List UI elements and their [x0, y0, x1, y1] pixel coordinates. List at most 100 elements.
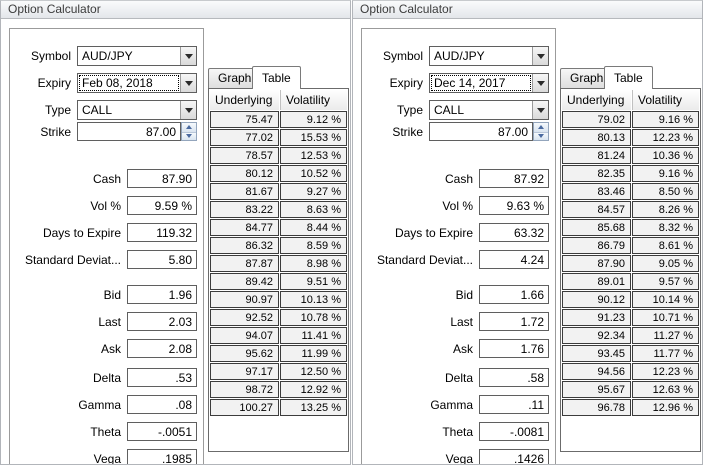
table-row[interactable]: 83.46 8.50 % [562, 183, 699, 200]
vol-input[interactable] [127, 196, 197, 215]
symbol-dropdown-button[interactable] [180, 47, 196, 65]
table-cell[interactable]: 12.50 % [280, 363, 347, 380]
table-cell[interactable]: 98.72 [210, 381, 279, 398]
strike-input[interactable] [77, 122, 181, 141]
table-row[interactable]: 80.13 12.23 % [562, 129, 699, 146]
vol-input[interactable] [479, 196, 549, 215]
table-cell[interactable]: 91.23 [562, 309, 631, 326]
bid-input[interactable] [127, 285, 197, 304]
symbol-combobox[interactable]: AUD/JPY [429, 46, 549, 66]
table-cell[interactable]: 97.17 [210, 363, 279, 380]
table-row[interactable]: 83.22 8.63 % [210, 201, 347, 218]
table-cell[interactable]: 9.57 % [632, 273, 699, 290]
table-cell[interactable]: 95.67 [562, 381, 631, 398]
table-cell[interactable]: 100.27 [210, 399, 279, 416]
delta-input[interactable] [479, 368, 549, 387]
last-input[interactable] [127, 312, 197, 331]
table-cell[interactable]: 84.57 [562, 201, 631, 218]
type-combobox[interactable]: CALL [77, 100, 197, 120]
table-cell[interactable]: 80.13 [562, 129, 631, 146]
table-row[interactable]: 91.23 10.71 % [562, 309, 699, 326]
table-row[interactable]: 79.02 9.16 % [562, 111, 699, 128]
table-cell[interactable]: 13.25 % [280, 399, 347, 416]
gamma-input[interactable] [479, 395, 549, 414]
table-row[interactable]: 100.27 13.25 % [210, 399, 347, 416]
table-cell[interactable]: 11.77 % [632, 345, 699, 362]
table-cell[interactable]: 79.02 [562, 111, 631, 128]
table-cell[interactable]: 82.35 [562, 165, 631, 182]
table-row[interactable]: 95.67 12.63 % [562, 381, 699, 398]
table-cell[interactable]: 81.67 [210, 183, 279, 200]
tab-table[interactable]: Table [252, 66, 301, 89]
table-cell[interactable]: 89.01 [562, 273, 631, 290]
table-cell[interactable]: 15.53 % [280, 129, 347, 146]
table-cell[interactable]: 10.13 % [280, 291, 347, 308]
table-cell[interactable]: 93.45 [562, 345, 631, 362]
table-cell[interactable]: 9.27 % [280, 183, 347, 200]
table-cell[interactable]: 78.57 [210, 147, 279, 164]
table-cell[interactable]: 10.78 % [280, 309, 347, 326]
ask-input[interactable] [479, 339, 549, 358]
table-row[interactable]: 84.57 8.26 % [562, 201, 699, 218]
ask-input[interactable] [127, 339, 197, 358]
column-header-underlying[interactable]: Underlying [562, 90, 631, 110]
gamma-input[interactable] [127, 395, 197, 414]
table-cell[interactable]: 80.12 [210, 165, 279, 182]
table-row[interactable]: 89.01 9.57 % [562, 273, 699, 290]
table-cell[interactable]: 94.07 [210, 327, 279, 344]
table-cell[interactable]: 87.87 [210, 255, 279, 272]
table-cell[interactable]: 11.99 % [280, 345, 347, 362]
table-row[interactable]: 87.87 8.98 % [210, 255, 347, 272]
table-row[interactable]: 78.57 12.53 % [210, 147, 347, 164]
column-header-underlying[interactable]: Underlying [210, 90, 279, 110]
table-cell[interactable]: 75.47 [210, 111, 279, 128]
table-row[interactable]: 81.24 10.36 % [562, 147, 699, 164]
table-cell[interactable]: 77.02 [210, 129, 279, 146]
cash-input[interactable] [127, 169, 197, 188]
table-cell[interactable]: 90.12 [562, 291, 631, 308]
vega-input[interactable] [127, 449, 197, 464]
strike-spinner[interactable] [181, 122, 197, 141]
table-cell[interactable]: 10.52 % [280, 165, 347, 182]
expiry-combobox[interactable]: Feb 08, 2018 [77, 73, 197, 93]
table-cell[interactable]: 9.16 % [632, 165, 699, 182]
table-row[interactable]: 93.45 11.77 % [562, 345, 699, 362]
table-row[interactable]: 86.32 8.59 % [210, 237, 347, 254]
table-cell[interactable]: 11.27 % [632, 327, 699, 344]
table-cell[interactable]: 8.63 % [280, 201, 347, 218]
table-row[interactable]: 86.79 8.61 % [562, 237, 699, 254]
table-cell[interactable]: 96.78 [562, 399, 631, 416]
table-cell[interactable]: 9.05 % [632, 255, 699, 272]
table-cell[interactable]: 8.98 % [280, 255, 347, 272]
table-row[interactable]: 92.34 11.27 % [562, 327, 699, 344]
table-row[interactable]: 85.68 8.32 % [562, 219, 699, 236]
table-cell[interactable]: 86.79 [562, 237, 631, 254]
table-row[interactable]: 81.67 9.27 % [210, 183, 347, 200]
type-combobox[interactable]: CALL [429, 100, 549, 120]
table-cell[interactable]: 83.22 [210, 201, 279, 218]
expiry-combobox[interactable]: Dec 14, 2017 [429, 73, 549, 93]
table-cell[interactable]: 8.32 % [632, 219, 699, 236]
days-to-expire-input[interactable] [479, 223, 549, 242]
cash-input[interactable] [479, 169, 549, 188]
strike-spinner[interactable] [533, 122, 549, 141]
theta-input[interactable] [127, 422, 197, 441]
table-row[interactable]: 97.17 12.50 % [210, 363, 347, 380]
table-cell[interactable]: 87.90 [562, 255, 631, 272]
table-row[interactable]: 94.07 11.41 % [210, 327, 347, 344]
table-cell[interactable]: 92.34 [562, 327, 631, 344]
table-cell[interactable]: 12.63 % [632, 381, 699, 398]
vega-input[interactable] [479, 449, 549, 464]
table-cell[interactable]: 9.16 % [632, 111, 699, 128]
table-cell[interactable]: 11.41 % [280, 327, 347, 344]
last-input[interactable] [479, 312, 549, 331]
strike-input[interactable] [429, 122, 533, 141]
table-cell[interactable]: 10.71 % [632, 309, 699, 326]
spin-up-button[interactable] [182, 123, 196, 132]
table-cell[interactable]: 12.23 % [632, 129, 699, 146]
table-cell[interactable]: 95.62 [210, 345, 279, 362]
standard-deviation-input[interactable] [127, 250, 197, 269]
window-titlebar[interactable]: Option Calculator [353, 1, 702, 19]
days-to-expire-input[interactable] [127, 223, 197, 242]
table-cell[interactable]: 9.51 % [280, 273, 347, 290]
